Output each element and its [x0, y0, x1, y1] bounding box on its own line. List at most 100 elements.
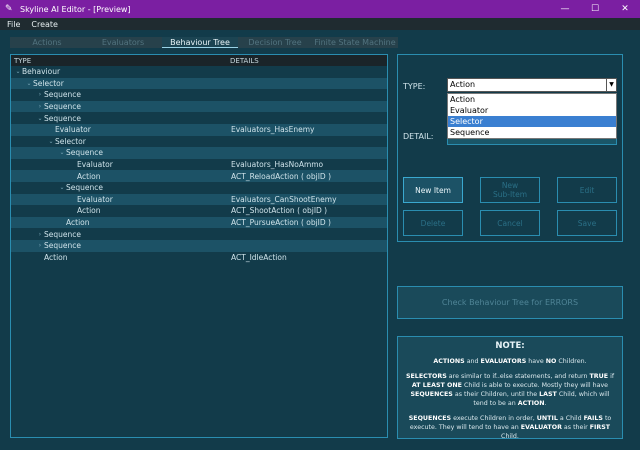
tab-evaluators[interactable]: Evaluators	[84, 37, 162, 48]
window-title: Skyline AI Editor - [Preview]	[20, 4, 131, 14]
tree-node-label: Evaluator	[77, 194, 113, 204]
tree-row[interactable]: › Sequence	[11, 228, 387, 240]
chevron-down-icon[interactable]: ▼	[606, 79, 616, 91]
tree-node-label: Action	[66, 218, 90, 228]
collapse-chevron-icon[interactable]: ⌄	[47, 138, 55, 145]
collapse-chevron-icon[interactable]: ⌄	[58, 184, 66, 191]
column-type-header[interactable]: TYPE	[11, 57, 230, 65]
tab-behaviour-tree[interactable]: Behaviour Tree	[162, 37, 238, 48]
tree-cell-type: Evaluator	[11, 125, 231, 134]
type-option-action[interactable]: Action	[448, 94, 616, 105]
menu-create[interactable]: Create	[31, 20, 58, 29]
tree-node-label: Sequence	[66, 183, 103, 193]
menu-bar: File Create	[0, 18, 640, 30]
expand-chevron-icon[interactable]: ›	[36, 231, 44, 238]
tree-row[interactable]: ⌄ Selector	[11, 77, 387, 90]
tree-node-detail: ACT_PursueAction ( objID )	[231, 218, 331, 228]
tab-actions[interactable]: Actions	[10, 37, 84, 48]
tree-node-label: Action	[77, 206, 101, 216]
tree-cell-type: › Sequence	[11, 102, 231, 111]
tree-cell-type: Action	[11, 206, 231, 215]
window-controls: — ☐ ✕	[550, 0, 640, 18]
type-label: TYPE:	[403, 82, 426, 91]
type-option-evaluator[interactable]: Evaluator	[448, 105, 616, 116]
tree-row[interactable]: Evaluator Evaluators_HasEnemy	[11, 123, 387, 136]
tree-cell-type: ⌄ Selector	[11, 137, 231, 146]
tree-row[interactable]: › Sequence	[11, 89, 387, 101]
tree-node-detail: ACT_IdleAction	[231, 252, 287, 262]
tree-node-detail: Evaluators_CanShootEnemy	[231, 194, 337, 204]
tree-node-label: Sequence	[44, 113, 81, 123]
new-item-button[interactable]: New Item	[403, 177, 463, 203]
collapse-chevron-icon[interactable]: ⌄	[25, 80, 33, 87]
tree-row[interactable]: › Sequence	[11, 239, 387, 252]
tree-node-label: Behaviour	[22, 67, 61, 77]
note-selectors: SELECTORS are similar to if..else statem…	[405, 373, 615, 407]
collapse-chevron-icon[interactable]: ⌄	[58, 149, 66, 156]
expand-chevron-icon[interactable]: ›	[36, 242, 44, 249]
tree-row[interactable]: Action ACT_IdleAction	[11, 252, 387, 264]
tab-decision-tree[interactable]: Decision Tree	[238, 37, 312, 48]
behaviour-tree-view[interactable]: TYPE DETAILS ⌄ Behaviour ⌄ Selector › Sequenc…	[10, 54, 388, 438]
collapse-chevron-icon[interactable]: ⌄	[14, 68, 22, 75]
tree-node-label: Sequence	[44, 229, 81, 239]
collapse-chevron-icon[interactable]: ⌄	[36, 115, 44, 122]
tab-finite-state-machine[interactable]: Finite State Machine	[312, 37, 398, 48]
tree-cell-type: ⌄ Sequence	[11, 114, 231, 123]
type-option-selector[interactable]: Selector	[448, 116, 616, 127]
tree-cell-type: Evaluator	[11, 160, 231, 169]
app-icon: ✎	[5, 4, 13, 14]
type-select[interactable]: Action ▼	[447, 78, 617, 92]
note-panel: NOTE: ACTIONS and EVALUATORS have NO Chi…	[397, 336, 623, 440]
tree-row[interactable]: Evaluator Evaluators_HasNoAmmo	[11, 159, 387, 171]
note-sequences: SEQUENCES execute Children in order, UNT…	[408, 415, 612, 440]
close-button[interactable]: ✕	[610, 0, 640, 18]
tree-row[interactable]: ⌄ Sequence	[11, 182, 387, 194]
tree-node-label: Action	[44, 252, 68, 262]
tree-cell-type: › Sequence	[11, 241, 231, 250]
edit-button[interactable]: Edit	[557, 177, 617, 203]
tree-node-label: Selector	[33, 78, 64, 88]
delete-button[interactable]: Delete	[403, 210, 463, 236]
tree-row[interactable]: Evaluator Evaluators_CanShootEnemy	[11, 193, 387, 206]
title-bar: ✎ Skyline AI Editor - [Preview] — ☐ ✕	[0, 0, 640, 18]
type-select-value: Action	[450, 80, 476, 89]
new-subitem-button[interactable]: New Sub-Item	[480, 177, 540, 203]
type-dropdown-list[interactable]: Action Evaluator Selector Sequence	[447, 93, 617, 139]
tree-cell-type: › Sequence	[11, 230, 231, 239]
tree-row[interactable]: Action ACT_PursueAction ( objID )	[11, 216, 387, 229]
tree-node-label: Selector	[55, 136, 86, 146]
tree-row[interactable]: Action ACT_ShootAction ( objID )	[11, 205, 387, 217]
tree-cell-type: ⌄ Behaviour	[11, 67, 231, 76]
tree-node-label: Sequence	[44, 90, 81, 100]
tree-cell-type: Action	[11, 253, 231, 262]
minimize-button[interactable]: —	[550, 0, 580, 18]
expand-chevron-icon[interactable]: ›	[36, 91, 44, 98]
menu-file[interactable]: File	[7, 20, 20, 29]
tree-rows: ⌄ Behaviour ⌄ Selector › Sequence › Sequence ⌄ Se…	[11, 66, 387, 263]
tree-node-detail: Evaluators_HasNoAmmo	[231, 160, 324, 170]
expand-chevron-icon[interactable]: ›	[36, 103, 44, 110]
tree-cell-type: Action	[11, 172, 231, 181]
tree-row[interactable]: ⌄ Sequence	[11, 112, 387, 124]
type-option-sequence[interactable]: Sequence	[448, 127, 616, 138]
tree-row[interactable]: › Sequence	[11, 100, 387, 113]
tree-row[interactable]: ⌄ Selector	[11, 136, 387, 148]
tree-header: TYPE DETAILS	[11, 55, 387, 66]
note-leaf-nodes: ACTIONS and EVALUATORS have NO Children.	[433, 358, 587, 365]
save-button[interactable]: Save	[557, 210, 617, 236]
tree-node-label: Evaluator	[77, 160, 113, 170]
tree-cell-type: › Sequence	[11, 90, 231, 99]
maximize-button[interactable]: ☐	[580, 0, 610, 18]
tree-cell-type: ⌄ Sequence	[11, 148, 231, 157]
detail-label: DETAIL:	[403, 132, 434, 141]
cancel-button[interactable]: Cancel	[480, 210, 540, 236]
tree-row[interactable]: Action ACT_ReloadAction ( objID )	[11, 170, 387, 182]
item-editor-panel: TYPE: Action ▼ DETAIL: Action Evaluator …	[397, 54, 623, 242]
tree-row[interactable]: ⌄ Sequence	[11, 147, 387, 159]
tab-bar: Actions Evaluators Behaviour Tree Decisi…	[10, 37, 398, 48]
tree-cell-type: Evaluator	[11, 195, 231, 204]
column-details-header[interactable]: DETAILS	[230, 57, 259, 65]
check-tree-errors-button[interactable]: Check Behaviour Tree for ERRORS	[397, 286, 623, 319]
tree-row[interactable]: ⌄ Behaviour	[11, 66, 387, 78]
